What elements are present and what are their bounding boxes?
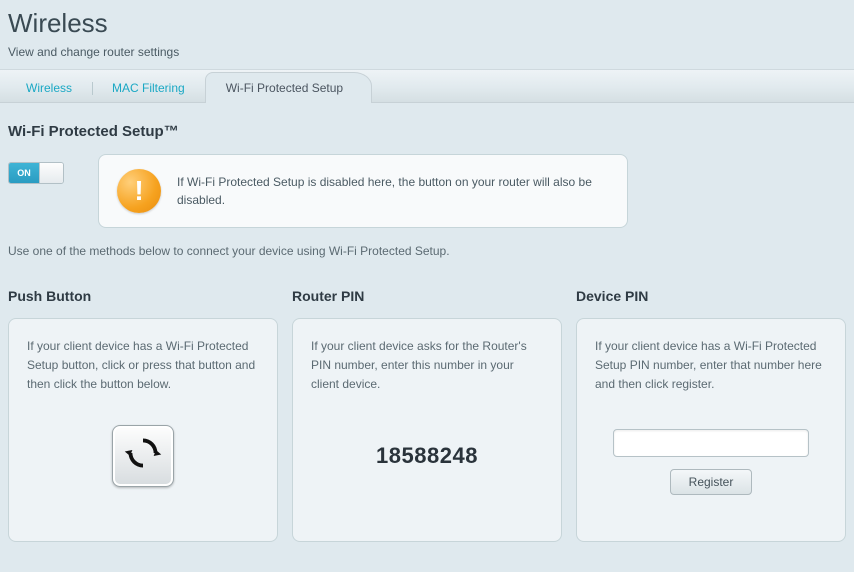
toggle-on-label: ON xyxy=(9,163,39,183)
tab-wps[interactable]: Wi-Fi Protected Setup xyxy=(205,72,372,103)
info-text: If Wi-Fi Protected Setup is disabled her… xyxy=(177,173,609,209)
page-subtitle: View and change router settings xyxy=(8,45,846,59)
tab-wireless[interactable]: Wireless xyxy=(6,72,92,102)
info-box: ! If Wi-Fi Protected Setup is disabled h… xyxy=(98,154,628,228)
wps-push-button[interactable] xyxy=(112,425,174,487)
router-pin-value: 18588248 xyxy=(311,443,543,469)
page-title: Wireless xyxy=(8,8,846,39)
device-pin-heading: Device PIN xyxy=(576,288,846,304)
router-pin-panel: If your client device asks for the Route… xyxy=(292,318,562,542)
router-pin-heading: Router PIN xyxy=(292,288,562,304)
router-pin-text: If your client device asks for the Route… xyxy=(311,337,543,395)
tab-mac-filtering[interactable]: MAC Filtering xyxy=(92,72,205,102)
push-button-heading: Push Button xyxy=(8,288,278,304)
wps-enable-toggle[interactable]: ON xyxy=(8,162,64,184)
device-pin-text: If your client device has a Wi-Fi Protec… xyxy=(595,337,827,395)
device-pin-input[interactable] xyxy=(613,429,809,457)
tab-bar: Wireless MAC Filtering Wi-Fi Protected S… xyxy=(0,69,854,103)
wps-arrows-icon xyxy=(124,434,162,477)
push-button-text: If your client device has a Wi-Fi Protec… xyxy=(27,337,259,395)
push-button-panel: If your client device has a Wi-Fi Protec… xyxy=(8,318,278,542)
instructions-text: Use one of the methods below to connect … xyxy=(8,244,846,258)
device-pin-panel: If your client device has a Wi-Fi Protec… xyxy=(576,318,846,542)
warning-icon: ! xyxy=(117,169,161,213)
section-heading: Wi-Fi Protected Setup™ xyxy=(8,123,846,140)
toggle-knob xyxy=(39,163,63,183)
register-button[interactable]: Register xyxy=(670,469,753,495)
